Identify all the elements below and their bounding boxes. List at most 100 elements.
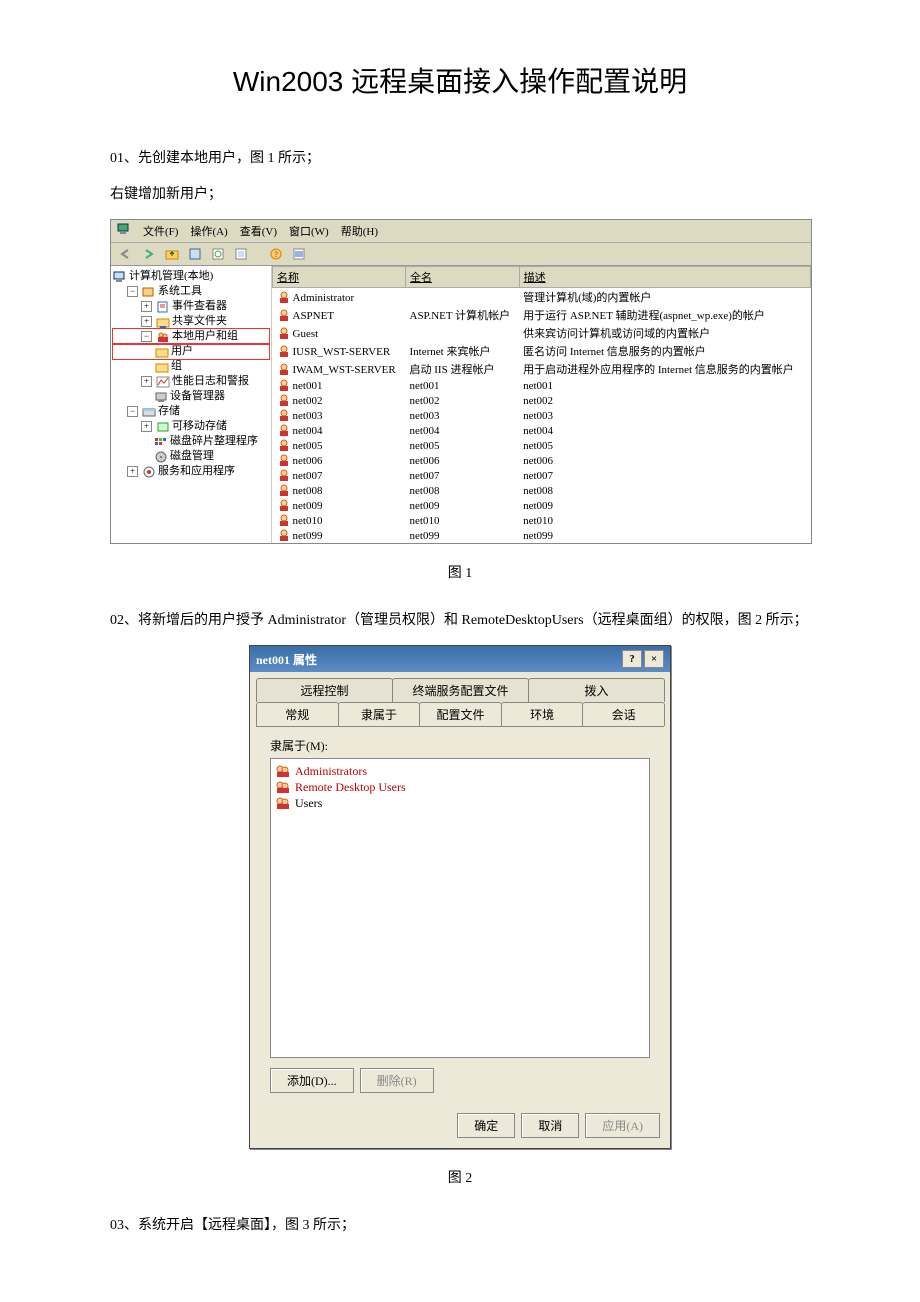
export-icon[interactable] — [232, 246, 249, 262]
tab-environment[interactable]: 环境 — [501, 702, 584, 726]
tree-storage[interactable]: −存储 — [113, 404, 269, 419]
help-icon[interactable]: ? — [267, 246, 284, 262]
user-desc: net005 — [519, 438, 810, 453]
col-desc[interactable]: 描述 — [519, 267, 810, 288]
tree-users[interactable]: 用户 — [113, 344, 269, 359]
table-row[interactable]: net002net002net002 — [273, 393, 811, 408]
tree-eventviewer[interactable]: +事件查看器 — [113, 299, 269, 314]
remove-button[interactable]: 删除(R) — [360, 1068, 434, 1093]
table-row[interactable]: Guest供来宾访问计算机或访问域的内置帐户 — [273, 324, 811, 342]
tree-services-apps[interactable]: + 服务和应用程序 — [113, 464, 269, 479]
tab-terminal-services[interactable]: 终端服务配置文件 — [392, 678, 529, 702]
tab-profile[interactable]: 配置文件 — [419, 702, 502, 726]
tab-member-of[interactable]: 隶属于 — [338, 702, 421, 726]
refresh-icon[interactable] — [209, 246, 226, 262]
col-name[interactable]: 名称 — [273, 267, 406, 288]
expand-icon[interactable]: + — [141, 421, 152, 432]
expand-icon[interactable]: + — [141, 301, 152, 312]
user-icon — [277, 454, 291, 466]
tree-systools[interactable]: −系统工具 — [113, 284, 269, 299]
user-name: net010 — [293, 515, 323, 527]
user-icon — [277, 394, 291, 406]
table-row[interactable]: net006net006net006 — [273, 453, 811, 468]
properties-icon[interactable] — [186, 246, 203, 262]
table-row[interactable]: net004net004net004 — [273, 423, 811, 438]
menu-window[interactable]: 窗口(W) — [289, 223, 329, 239]
table-row[interactable]: net099net099net099 — [273, 528, 811, 543]
user-fullname: Internet 来宾帐户 — [406, 342, 520, 360]
tree-groups[interactable]: 组 — [113, 359, 269, 374]
tree-devmgr[interactable]: 设备管理器 — [113, 389, 269, 404]
removable-icon — [156, 421, 170, 433]
mmc-user-list[interactable]: 名称 全名 描述 Administrator管理计算机(域)的内置帐户ASPNE… — [272, 266, 811, 543]
tab-general[interactable]: 常规 — [256, 702, 339, 726]
user-desc: 用于启动进程外应用程序的 Internet 信息服务的内置帐户 — [519, 360, 810, 378]
table-row[interactable]: IWAM_WST-SERVER启动 IIS 进程帐户用于启动进程外应用程序的 I… — [273, 360, 811, 378]
apply-button[interactable]: 应用(A) — [585, 1113, 660, 1138]
doc-title: Win2003 远程桌面接入操作配置说明 — [110, 60, 810, 100]
close-icon[interactable]: × — [644, 650, 664, 668]
menu-view[interactable]: 查看(V) — [240, 223, 277, 239]
table-row[interactable]: ASPNETASP.NET 计算机帐户用于运行 ASP.NET 辅助进程(asp… — [273, 306, 811, 324]
step-02: 02、将新增后的用户授予 Administrator（管理员权限）和 Remot… — [110, 607, 810, 635]
up-folder-icon[interactable] — [163, 246, 180, 262]
expand-icon[interactable]: + — [141, 316, 152, 327]
table-row[interactable]: net009net009net009 — [273, 498, 811, 513]
table-row[interactable]: Administrator管理计算机(域)的内置帐户 — [273, 288, 811, 307]
help-button-icon[interactable]: ? — [622, 650, 642, 668]
user-fullname: 启动 IIS 进程帐户 — [406, 360, 520, 378]
collapse-icon[interactable]: − — [127, 286, 138, 297]
table-row[interactable]: net007net007net007 — [273, 468, 811, 483]
menu-file[interactable]: 文件(F) — [143, 223, 178, 239]
menu-help[interactable]: 帮助(H) — [341, 223, 378, 239]
tree-root[interactable]: 计算机管理(本地) — [113, 269, 269, 284]
tab-remote-control[interactable]: 远程控制 — [256, 678, 393, 702]
user-icon — [277, 529, 291, 541]
collapse-icon[interactable]: − — [127, 406, 138, 417]
expand-icon[interactable]: + — [127, 466, 138, 477]
user-fullname: net010 — [406, 513, 520, 528]
table-row[interactable]: net008net008net008 — [273, 483, 811, 498]
user-fullname: net006 — [406, 453, 520, 468]
list-view-icon[interactable] — [290, 246, 307, 262]
menu-action[interactable]: 操作(A) — [190, 223, 227, 239]
tree-label: 服务和应用程序 — [158, 464, 235, 479]
services-icon — [142, 466, 156, 478]
user-name: Guest — [293, 328, 319, 340]
table-row[interactable]: net010net010net010 — [273, 513, 811, 528]
mmc-toolbar: ? — [111, 243, 811, 266]
group-item[interactable]: Users — [275, 795, 645, 811]
tree-diskmgmt[interactable]: 磁盘管理 — [113, 449, 269, 464]
table-row[interactable]: net003net003net003 — [273, 408, 811, 423]
table-row[interactable]: net001net001net001 — [273, 378, 811, 393]
mmc-tree[interactable]: 计算机管理(本地) −系统工具 +事件查看器 +共享文件夹 −本地用户和组 用户… — [111, 266, 272, 543]
group-item[interactable]: Administrators — [275, 763, 645, 779]
back-icon[interactable] — [117, 246, 134, 262]
tab-session[interactable]: 会话 — [582, 702, 665, 726]
user-icon — [277, 345, 291, 357]
tree-defrag[interactable]: 磁盘碎片整理程序 — [113, 434, 269, 449]
table-row[interactable]: net005net005net005 — [273, 438, 811, 453]
member-of-listbox[interactable]: AdministratorsRemote Desktop UsersUsers — [270, 758, 650, 1058]
cancel-button[interactable]: 取消 — [521, 1113, 579, 1138]
user-icon — [277, 484, 291, 496]
col-fullname[interactable]: 全名 — [406, 267, 520, 288]
expand-icon[interactable]: + — [141, 376, 152, 387]
table-row[interactable]: IUSR_WST-SERVERInternet 来宾帐户匿名访问 Interne… — [273, 342, 811, 360]
group-item[interactable]: Remote Desktop Users — [275, 779, 645, 795]
user-desc: net003 — [519, 408, 810, 423]
user-fullname: net005 — [406, 438, 520, 453]
member-of-label: 隶属于(M): — [270, 737, 650, 754]
user-desc: net010 — [519, 513, 810, 528]
tree-perflogs[interactable]: +性能日志和警报 — [113, 374, 269, 389]
tree-removable[interactable]: +可移动存储 — [113, 419, 269, 434]
tab-dialin[interactable]: 拨入 — [528, 678, 665, 702]
add-button[interactable]: 添加(D)... — [270, 1068, 354, 1093]
user-fullname: net001 — [406, 378, 520, 393]
tree-localusers[interactable]: −本地用户和组 — [113, 329, 269, 344]
user-fullname: net099 — [406, 528, 520, 543]
forward-icon[interactable] — [140, 246, 157, 262]
tree-shares[interactable]: +共享文件夹 — [113, 314, 269, 329]
ok-button[interactable]: 确定 — [457, 1113, 515, 1138]
collapse-icon[interactable]: − — [141, 331, 152, 342]
